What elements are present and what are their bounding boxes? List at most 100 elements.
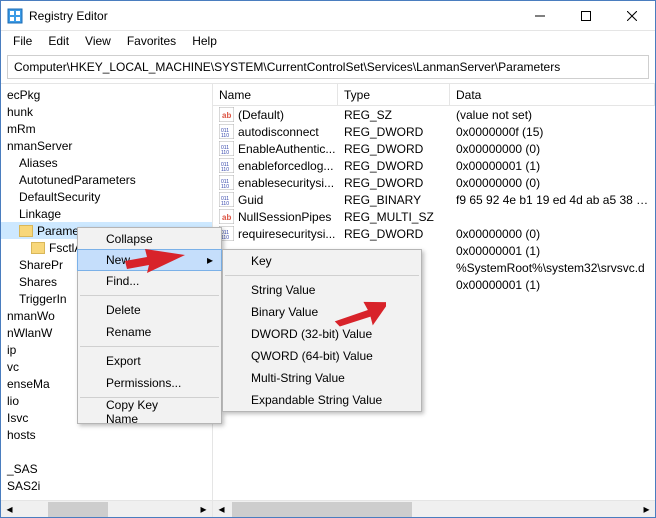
ctx-export[interactable]: Export	[78, 350, 221, 372]
tree-item[interactable]: ecPkg	[1, 86, 212, 103]
col-header-name[interactable]: Name	[213, 84, 338, 105]
col-header-type[interactable]: Type	[338, 84, 450, 105]
regedit-icon	[7, 8, 23, 24]
value-name: NullSessionPipes	[238, 210, 331, 224]
tree-item[interactable]: _SAS	[1, 460, 212, 477]
value-data: 0x00000000 (0)	[450, 227, 655, 241]
minimize-button[interactable]	[517, 1, 563, 30]
svg-text:110: 110	[221, 235, 229, 241]
value-type: REG_BINARY	[338, 193, 450, 207]
tree-item[interactable]: DefaultSecurity	[1, 188, 212, 205]
ctx-new-expandable-string[interactable]: Expandable String Value	[223, 389, 421, 411]
value-row[interactable]: 011110EnableAuthentic...REG_DWORD0x00000…	[213, 140, 655, 157]
ctx-separator	[80, 295, 219, 296]
value-name: EnableAuthentic...	[238, 142, 335, 156]
svg-text:ab: ab	[222, 213, 231, 222]
scroll-left-icon[interactable]: ◂	[213, 501, 230, 518]
value-data: f9 65 92 4e b1 19 ed 4d ab a5 38 4a 0	[450, 193, 655, 207]
window-title: Registry Editor	[29, 9, 517, 23]
submenu-arrow-icon: ▸	[207, 253, 213, 267]
folder-icon	[31, 242, 45, 254]
tree-item-label: mRm	[7, 122, 36, 136]
value-row[interactable]: 011110enableforcedlog...REG_DWORD0x00000…	[213, 157, 655, 174]
tree-item[interactable]: Linkage	[1, 205, 212, 222]
ctx-new-dword[interactable]: DWORD (32-bit) Value	[223, 323, 421, 345]
col-header-data[interactable]: Data	[450, 84, 655, 105]
ctx-new-key[interactable]: Key	[223, 250, 421, 272]
list-scrollbar-h[interactable]: ◂ ▸	[213, 500, 655, 517]
tree-item-label: SharePr	[19, 258, 63, 272]
value-type: REG_SZ	[338, 108, 450, 122]
menu-help[interactable]: Help	[184, 32, 225, 50]
value-name: autodisconnect	[238, 125, 319, 139]
value-name: enablesecuritysi...	[238, 176, 334, 190]
scroll-right-icon[interactable]: ▸	[638, 501, 655, 518]
tree-item-label: Shares	[19, 275, 57, 289]
value-name: Guid	[238, 193, 263, 207]
value-row[interactable]: 011110autodisconnectREG_DWORD0x0000000f …	[213, 123, 655, 140]
svg-text:110: 110	[221, 150, 229, 156]
ctx-new-qword[interactable]: QWORD (64-bit) Value	[223, 345, 421, 367]
value-row[interactable]: 011110GuidREG_BINARYf9 65 92 4e b1 19 ed…	[213, 191, 655, 208]
tree-item-label: nmanServer	[7, 139, 72, 153]
tree-item-label: Aliases	[19, 156, 58, 170]
tree-item[interactable]: SAS2i	[1, 477, 212, 494]
tree-item[interactable]: hunk	[1, 103, 212, 120]
address-bar[interactable]: Computer\HKEY_LOCAL_MACHINE\SYSTEM\Curre…	[7, 55, 649, 79]
reg-sz-icon: ab	[219, 209, 234, 224]
value-name: requiresecuritysi...	[238, 227, 335, 241]
reg-binary-icon: 011110	[219, 175, 234, 190]
ctx-new-multi-string[interactable]: Multi-String Value	[223, 367, 421, 389]
menu-edit[interactable]: Edit	[40, 32, 77, 50]
ctx-separator	[225, 275, 419, 276]
value-data: 0x00000001 (1)	[450, 278, 655, 292]
menu-file[interactable]: File	[5, 32, 40, 50]
tree-scrollbar-h[interactable]: ◂ ▸	[1, 500, 212, 517]
tree-item-label: Isvc	[7, 411, 28, 425]
tree-item-label: nWlanW	[7, 326, 52, 340]
ctx-delete[interactable]: Delete	[78, 299, 221, 321]
tree-item[interactable]: Aliases	[1, 154, 212, 171]
window-controls	[517, 1, 655, 30]
value-row[interactable]: 011110enablesecuritysi...REG_DWORD0x0000…	[213, 174, 655, 191]
reg-binary-icon: 011110	[219, 141, 234, 156]
svg-text:110: 110	[221, 201, 229, 207]
value-row[interactable]: 011110requiresecuritysi...REG_DWORD0x000…	[213, 225, 655, 242]
value-row[interactable]: abNullSessionPipesREG_MULTI_SZ	[213, 208, 655, 225]
maximize-button[interactable]	[563, 1, 609, 30]
tree-item[interactable]: hosts	[1, 426, 212, 443]
window: Registry Editor File Edit View Favorites…	[0, 0, 656, 518]
tree-item[interactable]	[1, 443, 212, 460]
svg-text:ab: ab	[222, 111, 231, 120]
ctx-copy-key-name[interactable]: Copy Key Name	[78, 401, 221, 423]
tree-item-label: TriggerIn	[19, 292, 67, 306]
svg-text:110: 110	[221, 184, 229, 190]
tree-item-label: lio	[7, 394, 19, 408]
value-row[interactable]: ab (Default) REG_SZ(value not set)	[213, 106, 655, 123]
ctx-new-binary[interactable]: Binary Value	[223, 301, 421, 323]
value-name: (Default)	[238, 108, 284, 122]
ctx-rename[interactable]: Rename	[78, 321, 221, 343]
value-type: REG_DWORD	[338, 159, 450, 173]
ctx-new-string[interactable]: String Value	[223, 279, 421, 301]
tree-item-label: _SAS	[7, 462, 38, 476]
scroll-right-icon[interactable]: ▸	[195, 501, 212, 518]
value-data: (value not set)	[450, 108, 655, 122]
titlebar: Registry Editor	[1, 1, 655, 31]
close-button[interactable]	[609, 1, 655, 30]
menu-view[interactable]: View	[77, 32, 119, 50]
tree-item-label: SAS2i	[7, 479, 40, 493]
scroll-thumb[interactable]	[232, 502, 412, 517]
tree-item-label: ecPkg	[7, 88, 40, 102]
menu-favorites[interactable]: Favorites	[119, 32, 184, 50]
scroll-thumb[interactable]	[48, 502, 108, 517]
svg-text:110: 110	[221, 133, 229, 139]
tree-item[interactable]: mRm	[1, 120, 212, 137]
ctx-collapse[interactable]: Collapse	[78, 228, 221, 250]
scroll-left-icon[interactable]: ◂	[1, 501, 18, 518]
tree-item[interactable]: nmanServer	[1, 137, 212, 154]
value-type: REG_DWORD	[338, 227, 450, 241]
ctx-permissions[interactable]: Permissions...	[78, 372, 221, 394]
tree-item[interactable]: AutotunedParameters	[1, 171, 212, 188]
reg-binary-icon: 011110	[219, 158, 234, 173]
